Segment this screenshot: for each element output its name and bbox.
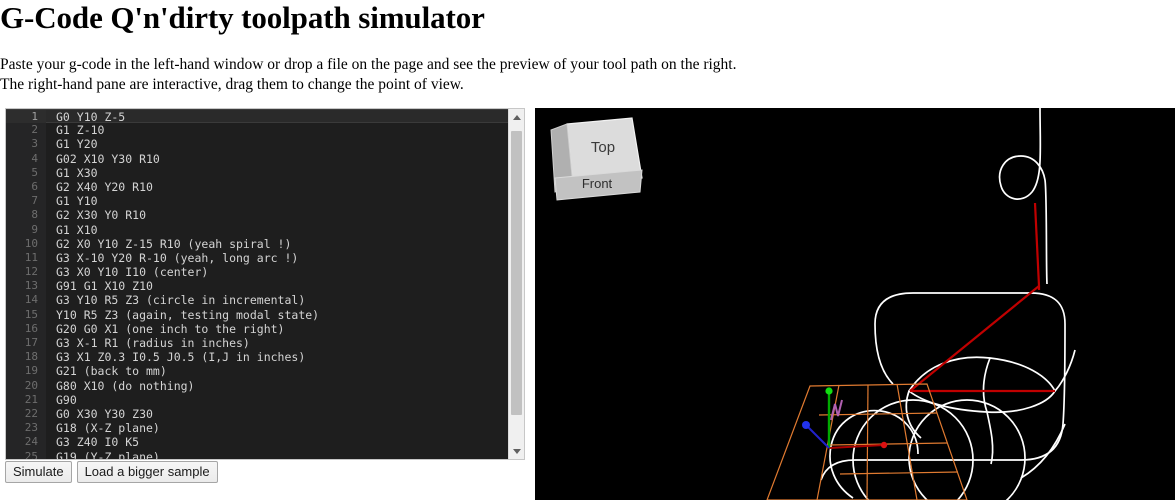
page-title: G-Code Q'n'dirty toolpath simulator <box>0 0 485 35</box>
line-text: G3 X-10 Y20 R-10 (yeah, long arc !) <box>56 250 299 265</box>
line-number: 15 <box>6 307 46 322</box>
code-line[interactable]: 21 G90 <box>6 392 508 407</box>
editor-button-row: Simulate Load a bigger sample <box>5 461 218 483</box>
intro-line-2: The right-hand pane are interactive, dra… <box>0 76 464 93</box>
workspace: 1 G0 Y10 Z-5 2 G1 Z-10 3 G1 Y20 4 G02 X10 Y30 R… <box>0 108 1175 500</box>
line-number: 14 <box>6 293 46 308</box>
line-number: 5 <box>6 165 46 180</box>
line-number: 22 <box>6 406 46 422</box>
editor-scrollbar[interactable] <box>508 109 524 459</box>
line-number: 1 <box>6 110 46 125</box>
code-line[interactable]: 11 G3 X-10 Y20 R-10 (yeah, long arc !) <box>6 250 508 266</box>
line-number: 13 <box>6 279 46 294</box>
line-text: G3 Z40 I0 K5 <box>56 435 140 450</box>
line-number: 11 <box>6 250 46 266</box>
line-text: G18 (X-Z plane) <box>56 421 160 436</box>
view-cube-top-label: Top <box>591 139 615 156</box>
code-line[interactable]: 6 G2 X40 Y20 R10 <box>6 179 508 195</box>
toolpath-3d-canvas[interactable]: Top Front <box>535 108 1175 500</box>
line-number: 16 <box>6 321 46 337</box>
line-text: G91 G1 X10 Z10 <box>56 279 153 294</box>
code-line[interactable]: 5 G1 X30 <box>6 165 508 180</box>
code-line[interactable]: 24 G3 Z40 I0 K5 <box>6 435 508 450</box>
scroll-up-arrow-icon[interactable] <box>509 109 524 125</box>
line-text: G21 (back to mm) <box>56 364 167 379</box>
code-line[interactable]: 22 G0 X30 Y30 Z30 <box>6 406 508 422</box>
line-number: 24 <box>6 435 46 450</box>
app-page: G-Code Q'n'dirty toolpath simulator Past… <box>0 0 1175 500</box>
line-number: 6 <box>6 179 46 195</box>
line-number: 23 <box>6 421 46 436</box>
line-number: 10 <box>6 236 46 251</box>
code-line[interactable]: 15 Y10 R5 Z3 (again, testing modal state) <box>6 307 508 322</box>
line-text: G19 (Y-Z plane) <box>56 449 160 460</box>
line-text: G3 X1 Z0.3 I0.5 J0.5 (I,J in inches) <box>56 350 306 365</box>
line-text: G1 Y20 <box>56 137 98 152</box>
intro-text: Paste your g-code in the left-hand windo… <box>0 55 736 95</box>
code-line[interactable]: 14 G3 Y10 R5 Z3 (circle in incremental) <box>6 293 508 308</box>
line-text: G02 X10 Y30 R10 <box>56 151 160 166</box>
line-number: 25 <box>6 449 46 459</box>
toolpath-svg[interactable]: Top Front <box>535 108 1175 500</box>
z-axis-tip <box>802 421 810 429</box>
line-text: G1 X30 <box>56 165 98 180</box>
line-number: 20 <box>6 378 46 393</box>
view-cube-front-label: Front <box>582 176 613 191</box>
line-number: 8 <box>6 208 46 223</box>
code-line[interactable]: 8 G2 X30 Y0 R10 <box>6 208 508 223</box>
line-text: G3 X0 Y10 I10 (center) <box>56 265 209 280</box>
code-line[interactable]: 20 G80 X10 (do nothing) <box>6 378 508 393</box>
line-text: G20 G0 X1 (one inch to the right) <box>56 321 285 336</box>
line-text: G2 X30 Y0 R10 <box>56 208 147 223</box>
code-line[interactable]: 13 G91 G1 X10 Z10 <box>6 279 508 294</box>
line-text: G0 Y10 Z-5 <box>56 110 126 124</box>
line-text: G90 <box>56 392 77 407</box>
code-line[interactable]: 1 G0 Y10 Z-5 <box>6 109 508 125</box>
line-text: Y10 R5 Z3 (again, testing modal state) <box>56 307 320 322</box>
code-line[interactable]: 23 G18 (X-Z plane) <box>6 421 508 436</box>
line-text: G80 X10 (do nothing) <box>56 378 195 393</box>
simulate-button[interactable]: Simulate <box>5 461 72 483</box>
line-number: 4 <box>6 151 46 166</box>
line-number: 12 <box>6 265 46 280</box>
scrollbar-thumb[interactable] <box>511 131 522 415</box>
line-number: 9 <box>6 222 46 237</box>
line-text: G1 X10 <box>56 222 98 237</box>
line-number: 7 <box>6 194 46 209</box>
code-line[interactable]: 19 G21 (back to mm) <box>6 364 508 379</box>
line-text: G3 X-1 R1 (radius in inches) <box>56 336 250 350</box>
line-text: G3 Y10 R5 Z3 (circle in incremental) <box>56 293 306 308</box>
code-line[interactable]: 16 G20 G0 X1 (one inch to the right) <box>6 321 508 337</box>
code-line[interactable]: 10 G2 X0 Y10 Z-15 R10 (yeah spiral !) <box>6 236 508 251</box>
line-text: G2 X40 Y20 R10 <box>56 179 153 194</box>
code-line-list[interactable]: 1 G0 Y10 Z-5 2 G1 Z-10 3 G1 Y20 4 G02 X10 Y30 R… <box>6 109 508 459</box>
line-text: G0 X30 Y30 Z30 <box>56 406 153 421</box>
line-text: G2 X0 Y10 Z-15 R10 (yeah spiral !) <box>56 236 292 251</box>
editor-scroll-pane[interactable]: 1 G0 Y10 Z-5 2 G1 Z-10 3 G1 Y20 4 G02 X10 Y30 R… <box>6 109 508 459</box>
code-line[interactable]: 25 G19 (Y-Z plane) <box>6 449 508 460</box>
line-number: 21 <box>6 392 46 407</box>
line-text: G1 Z-10 <box>56 123 105 138</box>
code-line[interactable]: 7 G1 Y10 <box>6 194 508 209</box>
code-line[interactable]: 18 G3 X1 Z0.3 I0.5 J0.5 (I,J in inches) <box>6 350 508 365</box>
x-axis-tip <box>880 441 888 449</box>
code-line[interactable]: 9 G1 X10 <box>6 222 508 237</box>
line-text: G1 Y10 <box>56 194 98 209</box>
gcode-editor[interactable]: 1 G0 Y10 Z-5 2 G1 Z-10 3 G1 Y20 4 G02 X10 Y30 R… <box>5 108 525 460</box>
line-number: 2 <box>6 123 46 138</box>
y-axis-tip <box>825 387 833 395</box>
code-line[interactable]: 4 G02 X10 Y30 R10 <box>6 151 508 166</box>
line-number: 18 <box>6 350 46 365</box>
code-line[interactable]: 12 G3 X0 Y10 I10 (center) <box>6 265 508 280</box>
line-number: 3 <box>6 137 46 152</box>
line-number: 17 <box>6 336 46 351</box>
view-cube[interactable]: Top Front <box>550 117 643 201</box>
load-bigger-sample-button[interactable]: Load a bigger sample <box>76 461 218 483</box>
code-line[interactable]: 17 G3 X-1 R1 (radius in inches) <box>6 336 508 351</box>
line-number: 19 <box>6 364 46 379</box>
code-line[interactable]: 3 G1 Y20 <box>6 137 508 152</box>
code-line[interactable]: 2 G1 Z-10 <box>6 123 508 138</box>
scroll-down-arrow-icon[interactable] <box>509 443 524 459</box>
intro-line-1: Paste your g-code in the left-hand windo… <box>0 56 737 73</box>
